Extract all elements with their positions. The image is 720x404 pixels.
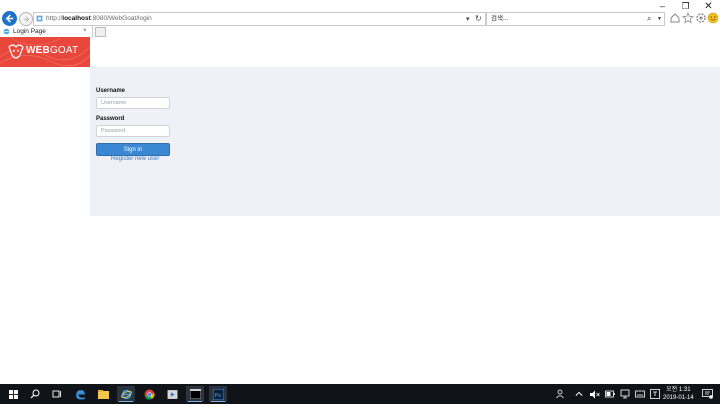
tab-bar: Login Page ×	[0, 26, 720, 37]
arrow-right-icon	[23, 15, 29, 23]
back-button[interactable]	[2, 11, 17, 26]
brand-banner: WEBGOAT	[0, 37, 90, 67]
taskbar: Ps	[0, 384, 720, 404]
url-text: http://localhost:8080/WebGoat/login	[46, 15, 152, 22]
windows-icon	[8, 389, 18, 399]
register-link[interactable]: Register new user	[111, 156, 159, 162]
edge-app[interactable]	[71, 386, 89, 402]
file-explorer-app[interactable]	[94, 386, 112, 402]
active-indicator	[188, 401, 202, 402]
ime-icon[interactable]	[650, 389, 660, 399]
chrome-icon	[144, 389, 155, 399]
forward-button[interactable]	[19, 12, 33, 26]
folder-icon	[97, 390, 109, 399]
network-icon[interactable]	[620, 389, 630, 399]
address-bar[interactable]: http://localhost:8080/WebGoat/login ▾ ↻	[33, 12, 486, 26]
tab-login-page[interactable]: Login Page ×	[0, 26, 93, 37]
arrow-left-icon	[5, 14, 14, 23]
brand-web: WEB	[26, 45, 50, 56]
username-input[interactable]	[96, 97, 170, 109]
tab-title: Login Page	[13, 28, 46, 35]
search-icon	[30, 389, 40, 399]
search-box[interactable]: 검색... ⌕ ▼	[486, 12, 665, 26]
notification-icon[interactable]	[702, 389, 713, 399]
people-icon[interactable]	[556, 389, 566, 399]
gear-icon[interactable]	[695, 12, 707, 24]
favorites-star-icon[interactable]	[682, 12, 694, 24]
password-input[interactable]	[96, 125, 170, 137]
terminal-icon	[189, 389, 201, 399]
task-view-icon	[52, 390, 61, 398]
taskbar-search-button[interactable]	[26, 386, 44, 402]
clock[interactable]: 오전 1:31 2019-01-14	[663, 386, 694, 402]
internet-explorer-app[interactable]	[117, 386, 135, 402]
battery-icon[interactable]	[605, 390, 615, 398]
refresh-icon[interactable]: ↻	[475, 14, 482, 23]
edge-icon	[75, 389, 85, 400]
active-indicator	[119, 401, 133, 402]
photoshop-icon: Ps	[212, 388, 224, 400]
new-tab-button[interactable]	[95, 27, 106, 37]
active-indicator	[211, 401, 225, 402]
clock-time: 오전 1:31	[666, 387, 691, 393]
search-input[interactable]: 검색...	[491, 13, 508, 25]
tab-close-icon[interactable]: ×	[83, 26, 87, 37]
task-view-button[interactable]	[48, 386, 66, 402]
username-label: Username	[96, 88, 126, 94]
terminal-app[interactable]	[186, 386, 204, 402]
login-panel	[90, 67, 720, 216]
chevron-down-icon[interactable]: ▼	[657, 16, 662, 22]
ie-page-icon	[3, 28, 10, 35]
home-icon[interactable]	[669, 12, 681, 24]
chrome-app[interactable]	[140, 386, 158, 402]
dropdown-icon[interactable]: ▾	[466, 15, 470, 23]
chevron-up-icon[interactable]	[575, 390, 583, 398]
brand-goat: GOAT	[49, 45, 79, 56]
search-icon[interactable]: ⌕	[647, 14, 651, 24]
media-player-app[interactable]	[163, 386, 181, 402]
page-icon	[36, 15, 43, 22]
smiley-icon[interactable]	[707, 12, 719, 24]
keyboard-icon[interactable]	[635, 389, 645, 399]
svg-text:Ps: Ps	[214, 393, 221, 399]
speaker-muted-icon[interactable]	[590, 390, 600, 399]
goat-logo-icon	[8, 44, 24, 59]
photoshop-app[interactable]: Ps	[209, 386, 227, 402]
brand-name: WEBGOAT	[26, 45, 78, 56]
internet-explorer-icon	[120, 389, 132, 399]
start-button[interactable]	[4, 386, 22, 402]
password-label: Password	[96, 116, 125, 122]
media-player-icon	[167, 389, 177, 399]
clock-date: 2019-01-14	[663, 395, 694, 401]
sign-in-button[interactable]: Sign in	[96, 143, 170, 156]
